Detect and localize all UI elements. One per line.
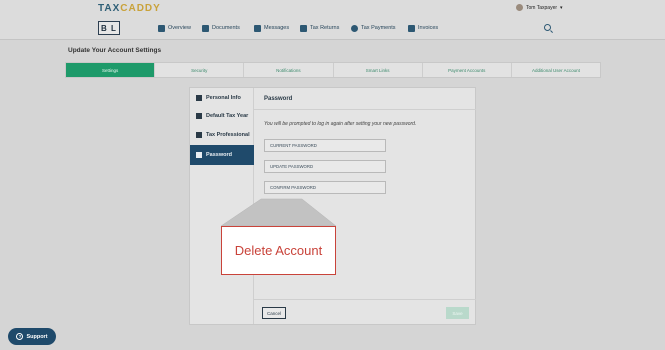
tax-payments-icon [351, 24, 358, 32]
tab-notifications[interactable]: Notifications [244, 63, 334, 77]
chevron-down-icon: ▾ [560, 4, 563, 11]
home-icon [158, 24, 165, 32]
lock-icon [196, 152, 202, 158]
current-password-field[interactable]: CURRENT PASSWORD [264, 139, 386, 152]
confirm-password-field[interactable]: CONFIRM PASSWORD [264, 181, 386, 194]
password-info-message: You will be prompted to log in again aft… [264, 121, 417, 127]
nav-documents[interactable]: Documents [202, 22, 240, 34]
divider [254, 109, 476, 110]
footer-divider [254, 299, 476, 300]
sidebar-item-personal-info[interactable]: Personal Info [190, 88, 254, 108]
top-bar: TAXCADDY Tom Taxpayer ▾ B L Overview Doc… [0, 0, 665, 40]
settings-sidebar: Personal Info Default Tax Year Tax Profe… [190, 88, 254, 324]
help-icon: ? [16, 333, 24, 340]
nav-messages[interactable]: Messages [254, 22, 289, 34]
nav-invoices[interactable]: Invoices [408, 22, 438, 34]
tab-security[interactable]: Security [155, 63, 245, 77]
tax-returns-icon [300, 24, 307, 32]
calendar-icon [196, 113, 202, 119]
sidebar-item-default-tax-year[interactable]: Default Tax Year [190, 106, 254, 126]
nav-overview[interactable]: Overview [158, 22, 191, 34]
delete-account-callout: Delete Account [221, 226, 336, 275]
nav-tax-returns[interactable]: Tax Returns [300, 22, 339, 34]
briefcase-icon [196, 132, 202, 138]
settings-card: Personal Info Default Tax Year Tax Profe… [189, 87, 476, 325]
documents-icon [202, 24, 209, 32]
taxcaddy-logo[interactable]: TAXCADDY [98, 3, 161, 14]
support-button[interactable]: ? Support [8, 328, 56, 345]
cancel-button[interactable]: Cancel [262, 307, 286, 319]
save-button[interactable]: Save [446, 307, 469, 319]
tab-smart-links[interactable]: Smart Links [334, 63, 423, 77]
invoices-icon [408, 24, 415, 32]
firm-logo-box: B L [98, 21, 120, 35]
nav-tax-payments[interactable]: Tax Payments [351, 22, 396, 34]
page-title: Update Your Account Settings [68, 47, 162, 54]
settings-tabs: Settings Security Notifications Smart Li… [65, 62, 601, 78]
update-password-field[interactable]: UPDATE PASSWORD [264, 160, 386, 173]
messages-icon [254, 24, 261, 32]
search-icon[interactable] [544, 24, 551, 31]
tab-payment-accounts[interactable]: Payment Accounts [423, 63, 512, 77]
user-name: Tom Taxpayer [526, 4, 558, 11]
section-title: Password [264, 96, 293, 102]
sidebar-item-password[interactable]: Password [190, 145, 254, 165]
avatar [516, 4, 523, 11]
sidebar-item-tax-professional[interactable]: Tax Professional [190, 125, 254, 145]
delete-account-link[interactable]: Delete Account [261, 199, 302, 214]
user-menu[interactable]: Tom Taxpayer ▾ [516, 4, 563, 11]
tab-settings[interactable]: Settings [66, 63, 156, 77]
person-icon [196, 95, 202, 101]
tab-additional-user-account[interactable]: Additional User Account [512, 63, 600, 77]
